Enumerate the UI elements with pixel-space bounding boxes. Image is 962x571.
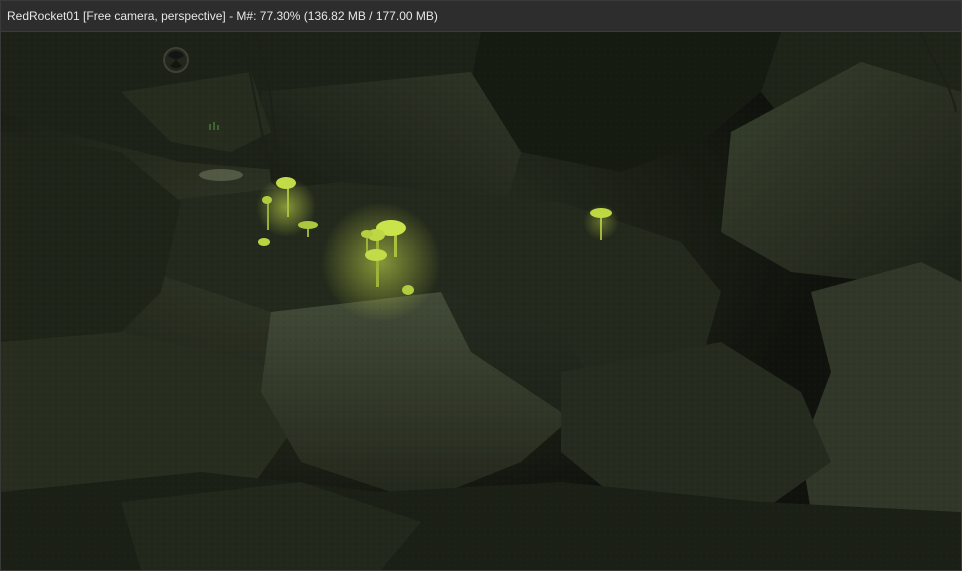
mushroom-glow-halo xyxy=(583,204,619,240)
render-window: RedRocket01 [Free camera, perspective] -… xyxy=(0,0,962,571)
window-title: RedRocket01 [Free camera, perspective] -… xyxy=(7,9,438,23)
mushroom xyxy=(402,285,414,295)
water-puddle xyxy=(199,169,243,181)
mushroom-glow-halo xyxy=(321,202,441,322)
cave-scene xyxy=(1,32,961,570)
window-title-bar[interactable]: RedRocket01 [Free camera, perspective] -… xyxy=(1,1,961,32)
vignette xyxy=(1,32,961,570)
mushroom xyxy=(258,238,270,246)
scene-viewport[interactable] xyxy=(1,32,961,570)
